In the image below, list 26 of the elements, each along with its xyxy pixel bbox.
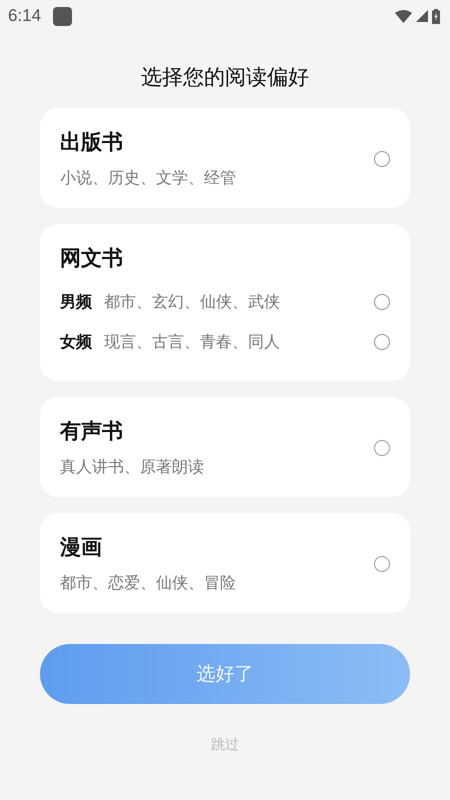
radio-button[interactable]: [374, 334, 390, 350]
category-title: 漫画: [60, 534, 103, 561]
radio-button[interactable]: [374, 294, 390, 310]
radio-button[interactable]: [374, 440, 390, 456]
category-title: 网文书: [60, 245, 124, 272]
signal-icon: [416, 10, 428, 22]
radio-button[interactable]: [374, 556, 390, 572]
category-title: 出版书: [60, 129, 124, 156]
option-label: 女频: [60, 332, 92, 352]
option-genres: 都市、玄幻、仙侠、武侠: [104, 292, 281, 312]
status-time: 6:14: [8, 6, 42, 26]
category-genres: 小说、历史、文学、经管: [60, 168, 237, 189]
category-title: 有声书: [60, 418, 124, 445]
radio-button[interactable]: [374, 150, 390, 166]
category-card[interactable]: 出版书 小说、历史、文学、经管: [40, 108, 410, 208]
category-card[interactable]: 漫画 都市、恋爱、仙侠、冒险: [40, 513, 410, 613]
option-genres: 现言、古言、青春、同人: [104, 332, 281, 352]
page-title: 选择您的阅读偏好: [141, 64, 309, 91]
notification-icon: [53, 6, 72, 26]
battery-icon: [432, 8, 440, 24]
option-label: 男频: [60, 292, 92, 312]
category-card[interactable]: 网文书 男频 都市、玄幻、仙侠、武侠 女频 现言、古言、青春、同人: [40, 224, 410, 381]
wifi-icon: [395, 10, 412, 22]
category-genres: 都市、恋爱、仙侠、冒险: [60, 573, 237, 594]
category-card[interactable]: 有声书 真人讲书、原著朗读: [40, 397, 410, 497]
category-genres: 真人讲书、原著朗读: [60, 457, 205, 478]
